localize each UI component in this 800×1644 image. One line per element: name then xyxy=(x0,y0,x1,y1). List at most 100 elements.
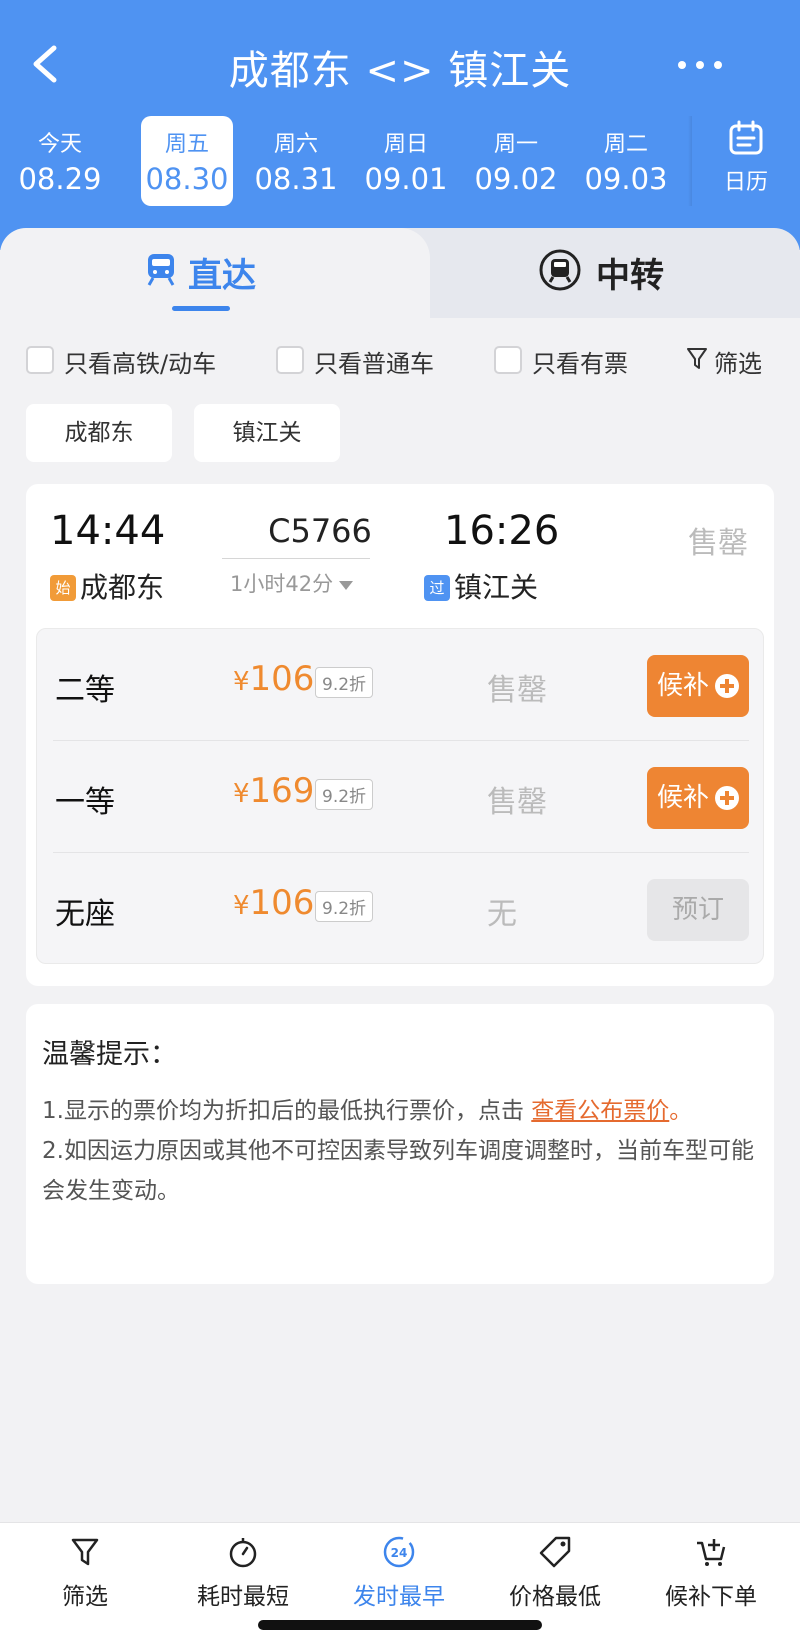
bottom-label: 发时最早 xyxy=(353,1584,445,1610)
funnel-icon xyxy=(687,348,707,369)
waitlist-button[interactable]: 候补 xyxy=(647,767,749,829)
date-item[interactable]: 周一 09.02 xyxy=(470,116,562,206)
departure-time: 14:44 xyxy=(50,508,166,554)
bottom-cheapest-button[interactable]: 价格最低 xyxy=(490,1535,620,1611)
train-status: 售罄 xyxy=(688,526,748,561)
cart-plus-icon xyxy=(697,1539,726,1566)
date-value: 08.31 xyxy=(254,162,338,196)
train-number: C5766 xyxy=(268,512,372,550)
price-value: 106 xyxy=(249,659,315,699)
date-weekday: 周一 xyxy=(493,132,538,157)
seat-price: ¥106 xyxy=(233,659,314,699)
arrival-time: 16:26 xyxy=(444,508,560,554)
train-icon xyxy=(147,254,175,286)
date-item[interactable]: 周二 09.03 xyxy=(580,116,672,206)
duration-text: 1小时42分 xyxy=(230,572,334,596)
waitlist-button[interactable]: 候补 xyxy=(647,655,749,717)
waitlist-label: 候补 xyxy=(657,783,710,813)
duration-toggle[interactable]: 1小时42分 xyxy=(230,568,354,598)
bottom-label: 价格最低 xyxy=(509,1584,601,1610)
bottom-waitlist-button[interactable]: 候补下单 xyxy=(646,1535,776,1611)
pass-tag: 过 xyxy=(424,575,450,601)
checkbox[interactable] xyxy=(494,346,522,374)
tab-transfer[interactable]: 中转 xyxy=(538,248,698,298)
seat-price: ¥106 xyxy=(233,883,314,923)
departure-station-name: 成都东 xyxy=(80,571,165,604)
date-weekday: 今天 xyxy=(37,132,82,157)
date-item[interactable]: 周日 09.01 xyxy=(360,116,452,206)
station-chip-from[interactable]: 成都东 xyxy=(26,404,172,462)
station-chip-to[interactable]: 镇江关 xyxy=(194,404,340,462)
seat-availability: 售罄 xyxy=(487,673,547,708)
filter-available[interactable]: 只看有票 xyxy=(494,344,654,378)
home-indicator xyxy=(258,1620,542,1630)
filter-high-speed[interactable]: 只看高铁/动车 xyxy=(26,344,226,378)
filter-label: 只看高铁/动车 xyxy=(64,350,217,378)
route-tabs: 直达 中转 xyxy=(0,228,800,318)
date-weekday: 周六 xyxy=(273,132,318,157)
checkbox[interactable] xyxy=(26,346,54,374)
date-item[interactable]: 周六 08.31 xyxy=(250,116,342,206)
departure-station: 始成都东 xyxy=(50,566,164,606)
bottom-shortest-button[interactable]: 耗时最短 xyxy=(178,1535,308,1611)
seat-row-second-class: 二等 ¥106 9.2折 售罄 候补 xyxy=(37,629,765,741)
filter-label: 只看有票 xyxy=(532,350,628,378)
filter-regular[interactable]: 只看普通车 xyxy=(276,344,456,378)
discount-badge: 9.2折 xyxy=(315,891,374,922)
divider xyxy=(222,558,370,559)
tab-direct-label: 直达 xyxy=(188,256,256,296)
price-link[interactable]: 查看公布票价 xyxy=(531,1098,669,1124)
bottom-filter-button[interactable]: 筛选 xyxy=(20,1535,150,1611)
arrival-station: 过镇江关 xyxy=(424,566,538,606)
transfer-train-icon xyxy=(539,249,581,291)
seat-class: 二等 xyxy=(55,673,115,708)
seat-price: ¥169 xyxy=(233,771,314,811)
notice-text: 1.显示的票价均为折扣后的最低执行票价，点击 xyxy=(42,1098,532,1124)
filter-button-label: 筛选 xyxy=(714,350,762,378)
more-icon[interactable] xyxy=(670,50,730,80)
date-weekday: 周五 xyxy=(164,132,209,157)
currency-symbol: ¥ xyxy=(233,667,250,697)
date-value: 09.01 xyxy=(364,162,448,196)
date-item-selected[interactable]: 周五 08.30 xyxy=(141,116,233,206)
funnel-icon xyxy=(71,1538,99,1566)
train-card[interactable]: 14:44 C5766 1小时42分 16:26 售罄 始成都东 过镇江关 二等… xyxy=(26,484,774,986)
bottom-label: 候补下单 xyxy=(665,1584,757,1610)
clock-24-label: 24 xyxy=(391,1546,408,1560)
date-value: 08.30 xyxy=(145,162,229,196)
date-weekday: 周二 xyxy=(603,132,648,157)
checkbox[interactable] xyxy=(276,346,304,374)
seat-availability: 无 xyxy=(487,897,517,932)
chevron-down-icon xyxy=(339,580,354,590)
currency-symbol: ¥ xyxy=(233,779,250,809)
notice-title: 温馨提示： xyxy=(42,1039,177,1070)
bottom-label: 耗时最短 xyxy=(197,1584,289,1610)
waitlist-label: 候补 xyxy=(657,671,710,701)
tab-indicator xyxy=(172,306,230,311)
date-value: 08.29 xyxy=(18,162,102,196)
start-tag: 始 xyxy=(50,575,76,601)
notice-line-1: 1.显示的票价均为折扣后的最低执行票价，点击 查看公布票价。 xyxy=(42,1091,754,1131)
date-value: 09.03 xyxy=(584,162,668,196)
notice-line-2: 2.如因运力原因或其他不可控因素导致列车调度调整时，当前车型可能会发生变动。 xyxy=(42,1138,754,1204)
bottom-earliest-button[interactable]: 24 发时最早 xyxy=(334,1535,464,1611)
book-button[interactable]: 预订 xyxy=(647,879,749,941)
date-value: 09.02 xyxy=(474,162,558,196)
notice-card: 温馨提示： 1.显示的票价均为折扣后的最低执行票价，点击 查看公布票价。 2.如… xyxy=(26,1004,774,1284)
date-selector: 今天 08.29 周五 08.30 周六 08.31 周日 09.01 周一 0… xyxy=(14,116,682,208)
date-weekday: 周日 xyxy=(383,132,428,157)
tab-transfer-label: 中转 xyxy=(596,256,664,296)
date-item-today[interactable]: 今天 08.29 xyxy=(14,116,106,206)
price-value: 106 xyxy=(249,883,315,923)
tab-direct[interactable]: 直达 xyxy=(140,248,340,298)
bottom-label: 筛选 xyxy=(62,1584,108,1610)
calendar-icon xyxy=(729,120,763,155)
notice-text: 。 xyxy=(669,1098,693,1124)
seat-row-no-seat: 无座 ¥106 9.2折 无 预订 xyxy=(37,853,765,965)
seat-list: 二等 ¥106 9.2折 售罄 候补 一等 ¥169 9.2折 售罄 候补 无座… xyxy=(36,628,764,964)
calendar-button[interactable]: 日历 xyxy=(702,120,790,200)
clock-24-icon: 24 xyxy=(383,1536,415,1568)
price-tag-icon xyxy=(539,1536,571,1568)
seat-class: 无座 xyxy=(55,897,115,932)
plus-icon xyxy=(715,786,739,810)
